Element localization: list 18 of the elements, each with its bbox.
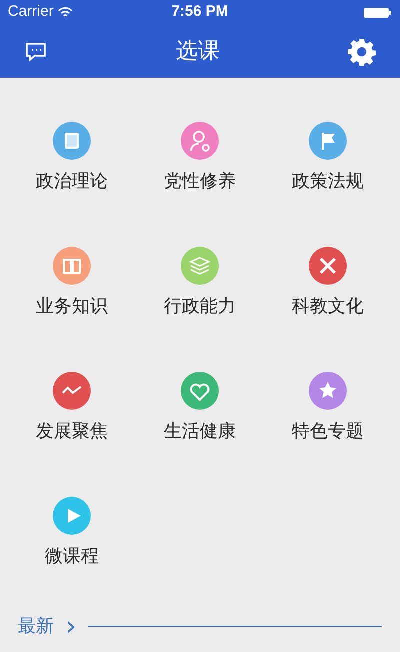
clock-label: 7:56 PM (172, 2, 228, 22)
chevron-icon[interactable]: › (66, 614, 76, 640)
category-item[interactable]: 行政能力 (136, 225, 264, 350)
page-title: 选课 (176, 38, 220, 66)
category-item[interactable]: 政治理论 (8, 100, 136, 225)
category-item[interactable]: 党性修养 (136, 100, 264, 225)
wifi-icon (58, 6, 73, 18)
category-item[interactable]: 发展聚焦 (8, 350, 136, 475)
category-item[interactable]: 科教文化 (264, 225, 392, 350)
battery-icon (364, 6, 392, 18)
carrier-label: Carrier (8, 2, 54, 22)
category-item[interactable]: 政策法规 (264, 100, 392, 225)
category-item[interactable]: 业务知识 (8, 225, 136, 350)
category-item[interactable]: 微课程 (8, 475, 136, 600)
latest-label: 最新 (18, 615, 54, 639)
category-item[interactable]: 生活健康 (136, 350, 264, 475)
settings-button[interactable] (348, 38, 376, 66)
category-item[interactable]: 特色专题 (264, 350, 392, 475)
